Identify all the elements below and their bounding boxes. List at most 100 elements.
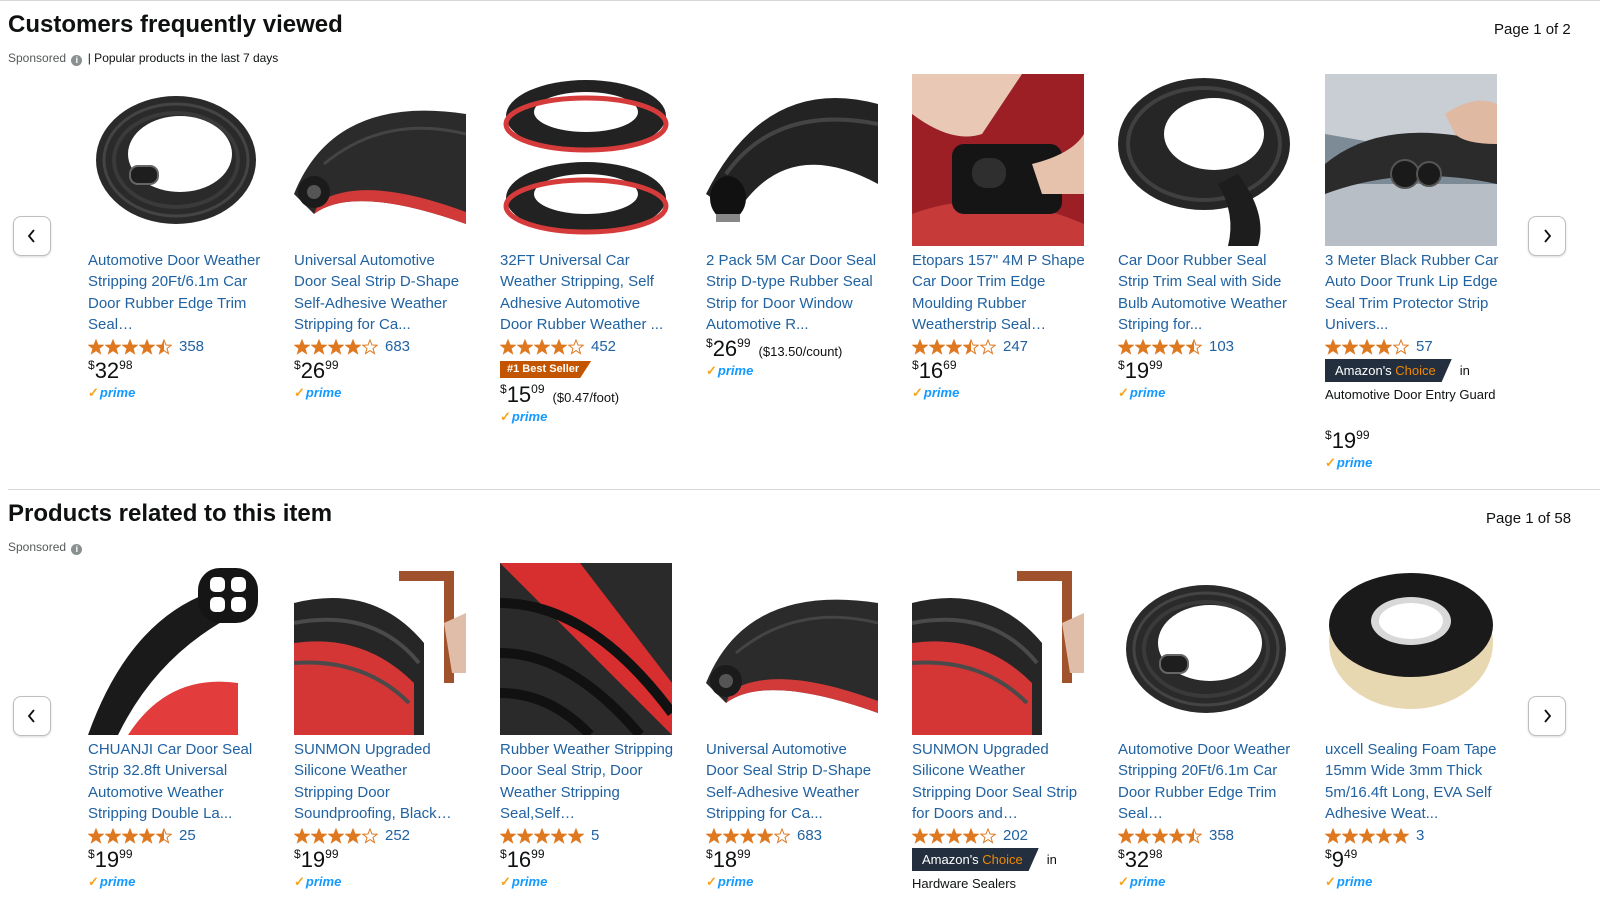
product-title-link[interactable]: 3 Meter Black Rubber Car Auto Door Trunk… — [1325, 250, 1499, 336]
star-icon — [551, 827, 567, 844]
amazons-choice-badge[interactable]: Amazon's Choice — [912, 848, 1039, 871]
product-title-link[interactable]: SUNMON Upgraded Silicone Weather Strippi… — [294, 739, 468, 825]
product-rating[interactable]: 452 — [500, 338, 616, 355]
prime-badge: ✓prime — [912, 385, 959, 401]
info-icon[interactable]: i — [71, 544, 83, 555]
currency-symbol: $ — [294, 847, 301, 861]
product-image[interactable] — [500, 74, 672, 246]
review-count[interactable]: 57 — [1416, 338, 1433, 355]
price-fraction: 99 — [119, 847, 133, 861]
product-title-link[interactable]: Universal Automotive Door Seal Strip D-S… — [706, 739, 880, 825]
product-image[interactable] — [912, 563, 1084, 735]
best-seller-badge[interactable]: #1 Best Seller — [500, 361, 592, 378]
review-count[interactable]: 103 — [1209, 338, 1234, 355]
product-title-link[interactable]: uxcell Sealing Foam Tape 15mm Wide 3mm T… — [1325, 739, 1499, 825]
product-rating[interactable]: 25 — [88, 827, 196, 844]
product-rating[interactable]: 683 — [706, 827, 822, 844]
product-title-link[interactable]: Automotive Door Weather Stripping 20Ft/6… — [88, 250, 262, 336]
choice-badge-brand: Amazon's — [922, 852, 983, 867]
prime-badge: ✓prime — [500, 409, 547, 425]
product-image[interactable] — [294, 563, 466, 735]
star-rating — [500, 338, 584, 355]
star-icon — [946, 827, 962, 844]
product-image[interactable] — [912, 74, 1084, 246]
carousel-next-button[interactable] — [1528, 216, 1566, 256]
product-image[interactable] — [1118, 74, 1290, 246]
review-count[interactable]: 683 — [797, 827, 822, 844]
price-fraction: 49 — [1343, 847, 1358, 861]
review-count[interactable]: 358 — [1209, 827, 1234, 844]
product-title-link[interactable]: 32FT Universal Car Weather Stripping, Se… — [500, 250, 674, 336]
star-icon — [105, 827, 121, 844]
review-count[interactable]: 247 — [1003, 338, 1028, 355]
product-price: $3298 — [88, 358, 133, 384]
star-icon — [1118, 827, 1134, 844]
product-rating[interactable]: 358 — [1118, 827, 1234, 844]
product-image[interactable] — [706, 563, 878, 735]
choice-in-label: in — [1459, 363, 1470, 378]
product-title-link[interactable]: Universal Automotive Door Seal Strip D-S… — [294, 250, 468, 336]
star-rating — [500, 827, 584, 844]
product-rating[interactable]: 358 — [88, 338, 204, 355]
product-image[interactable] — [706, 74, 878, 246]
check-icon: ✓ — [88, 874, 99, 889]
review-count[interactable]: 5 — [591, 827, 599, 844]
product-image[interactable] — [1118, 563, 1290, 735]
review-count[interactable]: 683 — [385, 338, 410, 355]
review-count[interactable]: 252 — [385, 827, 410, 844]
amazons-choice-badge[interactable]: Amazon's Choice — [1325, 359, 1452, 382]
product-image[interactable] — [500, 563, 672, 735]
product-title-link[interactable]: Car Door Rubber Seal Strip Trim Seal wit… — [1118, 250, 1292, 336]
info-icon[interactable]: i — [71, 55, 83, 66]
product-rating[interactable]: 3 — [1325, 827, 1424, 844]
carousel-prev-button[interactable] — [13, 216, 51, 256]
product-image[interactable] — [1325, 563, 1497, 735]
product-rating[interactable]: 252 — [294, 827, 410, 844]
star-rating — [706, 827, 790, 844]
product-title-link[interactable]: Rubber Weather Stripping Door Seal Strip… — [500, 739, 674, 825]
product-rating[interactable]: 5 — [500, 827, 599, 844]
product-rating[interactable]: 247 — [912, 338, 1028, 355]
carousel-next-button[interactable] — [1528, 696, 1566, 736]
star-icon — [774, 827, 790, 844]
review-count[interactable]: 3 — [1416, 827, 1424, 844]
product-rating[interactable]: 57 — [1325, 338, 1433, 355]
product-image[interactable] — [88, 563, 260, 735]
product-image[interactable] — [1325, 74, 1497, 246]
unit-price: ($13.50/count) — [758, 344, 843, 359]
product-rating[interactable]: 202 — [912, 827, 1028, 844]
price-whole: 26 — [712, 336, 738, 361]
price-fraction: 09 — [531, 382, 545, 396]
sponsored-line: Sponsored i — [8, 540, 84, 555]
carousel-prev-button[interactable] — [13, 696, 51, 736]
product-title-link[interactable]: SUNMON Upgraded Silicone Weather Strippi… — [912, 739, 1086, 825]
product-rating[interactable]: 103 — [1118, 338, 1234, 355]
review-count[interactable]: 358 — [179, 338, 204, 355]
product-title-link[interactable]: 2 Pack 5M Car Door Seal Strip D-type Rub… — [706, 250, 880, 336]
prime-label: prime — [717, 363, 754, 378]
product-title-link[interactable]: Automotive Door Weather Stripping 20Ft/6… — [1118, 739, 1292, 825]
product-image[interactable] — [294, 74, 466, 246]
price-whole: 26 — [300, 358, 326, 383]
prime-label: prime — [305, 874, 342, 889]
product-rating[interactable]: 683 — [294, 338, 410, 355]
product-price: $1669 — [912, 358, 957, 384]
currency-symbol: $ — [500, 382, 507, 396]
star-rating — [912, 338, 996, 355]
product-image[interactable] — [88, 74, 260, 246]
star-rating — [88, 827, 172, 844]
star-icon — [1359, 827, 1375, 844]
star-icon — [139, 827, 155, 844]
star-icon — [122, 338, 138, 355]
review-count[interactable]: 202 — [1003, 827, 1028, 844]
product-title-link[interactable]: Etopars 157" 4M P Shape Car Door Trim Ed… — [912, 250, 1086, 336]
price-fraction: 99 — [325, 847, 339, 861]
product-price: $2699 — [294, 358, 339, 384]
review-count[interactable]: 452 — [591, 338, 616, 355]
star-icon — [122, 827, 138, 844]
product-title-link[interactable]: CHUANJI Car Door Seal Strip 32.8ft Unive… — [88, 739, 262, 825]
star-rating — [1325, 827, 1409, 844]
star-icon — [1169, 338, 1185, 355]
star-icon — [156, 338, 172, 355]
review-count[interactable]: 25 — [179, 827, 196, 844]
